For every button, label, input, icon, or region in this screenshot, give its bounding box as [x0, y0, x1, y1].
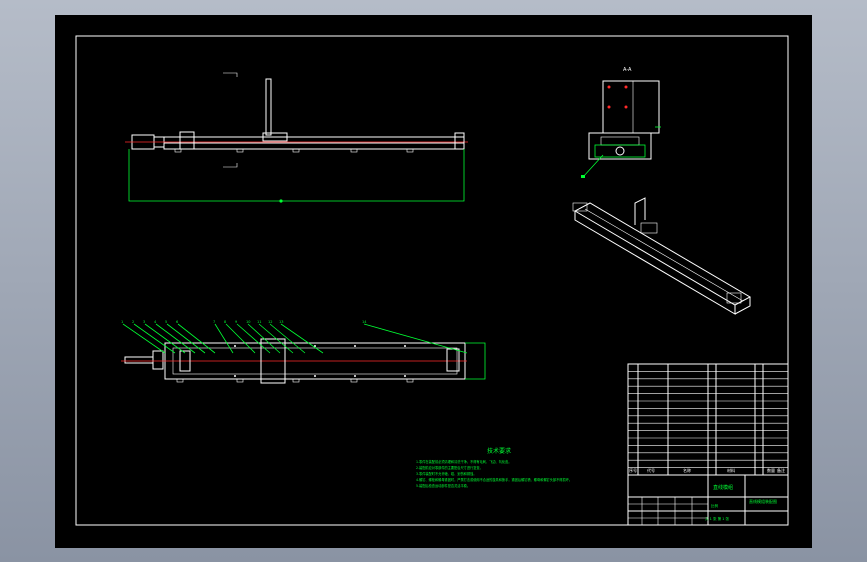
- iso-base-end: [734, 297, 751, 315]
- view-label: A-A: [623, 67, 632, 73]
- plan-shaft: [124, 356, 154, 364]
- col-qty: 数量: [767, 467, 775, 473]
- side-leader-tag: [581, 175, 585, 178]
- bearing-block: [179, 131, 195, 150]
- side-leader: [582, 154, 604, 178]
- title-block: 序号 代号 名称 材料 数量 备注 直线模组 直线模组装配图 比例 共 1 张 …: [627, 363, 789, 526]
- side-view: A-A: [581, 67, 661, 178]
- balloon-label: 7: [213, 320, 215, 324]
- balloon-label: 3: [143, 320, 145, 324]
- overall-dimension: [128, 149, 465, 202]
- plan-dimension: [465, 342, 486, 380]
- section-mark-top: [223, 72, 238, 77]
- iso-motor: [572, 202, 588, 212]
- sheet-info: 共 1 张 第 1 张: [705, 516, 730, 521]
- tech-line-2: 2.装配前应对零部件的主要配合尺寸进行复查。: [416, 465, 483, 470]
- product-name: 直线模组: [713, 484, 733, 491]
- upright-plate: [265, 78, 272, 136]
- balloon-label: 8: [224, 320, 226, 324]
- iso-base-front: [574, 211, 736, 315]
- balloon-label: 5: [165, 320, 167, 324]
- balloon-label: 12: [268, 320, 272, 324]
- dim-arrow: [279, 199, 283, 203]
- balloon-label: 14: [362, 320, 367, 324]
- section-mark-bottom: [223, 163, 238, 168]
- cad-viewport: A-A 1 2 3 4 5 6 7 8 9 10 11 12 13 14 技术要…: [0, 0, 867, 562]
- balloon-label: 2: [132, 320, 134, 324]
- tech-line-3: 3.零件装配时不允许磕、碰、划伤和锈蚀。: [416, 471, 476, 476]
- col-name: 名称: [683, 467, 691, 473]
- col-material: 材料: [727, 467, 735, 473]
- plan-view: 1 2 3 4 5 6 7 8 9 10 11 12 13 14: [121, 320, 486, 384]
- tech-line-4: 4.螺钉、螺栓和螺母紧固时，严禁打击或使用不合适的旋具和扳手，紧固后螺钉槽、螺母…: [416, 477, 572, 482]
- drawing-sheet: A-A 1 2 3 4 5 6 7 8 9 10 11 12 13 14 技术要…: [55, 15, 812, 548]
- drawing-frame: [75, 35, 789, 526]
- balloon-label: 10: [246, 320, 250, 324]
- tech-line-5: 5.装配后检查运动部件是否灵活平稳。: [416, 483, 470, 488]
- leader-line: [363, 323, 468, 354]
- col-seq: 序号: [629, 467, 637, 473]
- end-block: [454, 132, 465, 150]
- balloon-label: 11: [257, 320, 261, 324]
- col-note: 备注: [777, 467, 785, 473]
- slider-section: [600, 136, 640, 146]
- cad-drawing: A-A 1 2 3 4 5 6 7 8 9 10 11 12 13 14 技术要…: [75, 35, 789, 526]
- leader-line: [133, 323, 176, 354]
- balloon-label: 4: [154, 320, 157, 324]
- col-code: 代号: [647, 467, 655, 473]
- isometric-view: [572, 197, 752, 315]
- screw-circle: [615, 146, 625, 156]
- iso-plate: [634, 197, 646, 225]
- leader-line: [155, 323, 196, 354]
- balloon-label: 9: [235, 320, 237, 324]
- balloon-label: 1: [121, 320, 123, 324]
- plan-motor: [152, 350, 164, 370]
- tech-notes: 技术要求 1.零件在装配前必须清理和清洗干净，不得有毛刺、飞边、氧化皮。 2.装…: [416, 447, 572, 488]
- scale-label: 比例: [711, 503, 719, 508]
- mounting-holes: [607, 85, 628, 109]
- drawing-name: 直线模组装配图: [749, 498, 777, 504]
- leader-line: [122, 323, 166, 354]
- balloon-label: 13: [279, 320, 283, 324]
- balloon-label: 6: [176, 320, 178, 324]
- tech-title: 技术要求: [487, 447, 511, 455]
- leader-line: [177, 323, 216, 354]
- iso-carriage: [640, 222, 658, 234]
- tech-line-1: 1.零件在装配前必须清理和清洗干净，不得有毛刺、飞边、氧化皮。: [416, 459, 511, 464]
- side-plate: [602, 80, 660, 134]
- iso-rail: [584, 208, 744, 302]
- front-view: [125, 72, 468, 203]
